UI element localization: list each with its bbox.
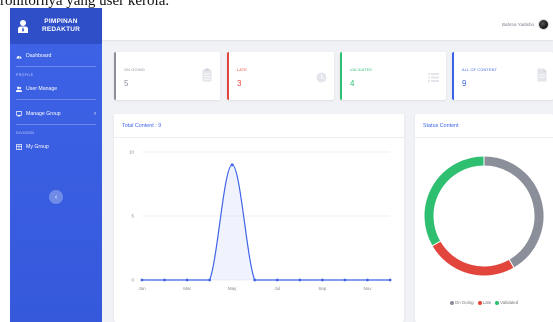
donut-slice-validated <box>423 155 485 247</box>
sidebar-item-manage-group[interactable]: Manage Group › <box>10 106 102 122</box>
brand[interactable]: PIMPINAN REDAKTUR <box>10 8 102 44</box>
sidebar-collapse-button[interactable]: ‹ <box>49 190 63 204</box>
total-content-panel: Total Content : 9 0 5 10 Jan Mar May Jul Sep Nov <box>114 114 404 322</box>
data-point <box>208 278 212 282</box>
brand-line-2: REDAKTUR <box>41 26 81 33</box>
x-tick-label: Jan <box>138 286 146 291</box>
brand-line-1: PIMPINAN <box>44 18 78 25</box>
card-accent-bar <box>340 52 342 100</box>
stat-card-all-content[interactable]: ALL OF CONTENT 9 <box>452 52 553 100</box>
clipboard-icon <box>202 68 212 82</box>
data-point <box>298 278 302 282</box>
status-content-donut-chart <box>423 155 545 277</box>
page: ronitornya yang user kerola. PIMPINAN RE… <box>0 0 553 322</box>
donut-slice-late <box>431 240 515 277</box>
card-accent-bar <box>227 52 229 100</box>
card-label: ON GOING <box>124 68 146 72</box>
table-icon <box>16 144 22 150</box>
sidebar-item-my-group[interactable]: My Group <box>10 139 102 155</box>
card-value: 5 <box>124 79 129 88</box>
y-tick-label: 0 <box>131 278 134 283</box>
sidebar: PIMPINAN REDAKTUR Dashboard PROFILE User… <box>10 8 102 322</box>
brand-title: PIMPINAN REDAKTUR <box>36 18 86 34</box>
line-series <box>142 164 390 281</box>
data-point <box>140 278 144 282</box>
stat-card-validated[interactable]: VALIDATED 4 <box>340 52 446 100</box>
legend-label: Late <box>482 300 492 305</box>
data-point <box>388 278 392 282</box>
clock-icon <box>316 70 327 84</box>
legend-item[interactable]: Late <box>477 300 492 305</box>
donut-slice-on-going <box>483 155 545 269</box>
card-label: LATE <box>237 68 248 72</box>
stat-card-late[interactable]: LATE 3 <box>227 52 334 100</box>
document-caption-text: ronitornya yang user kerola. <box>0 0 170 8</box>
x-tick-label: Jul <box>274 286 280 291</box>
data-point <box>343 278 347 282</box>
total-content-line-chart: 0 5 10 Jan Mar May Jul Sep Nov <box>129 150 392 291</box>
list-icon <box>428 70 439 84</box>
data-point <box>230 163 234 167</box>
sidebar-item-label: User Manage <box>26 86 58 92</box>
group-icon <box>16 111 22 117</box>
legend-swatch <box>449 300 454 305</box>
card-value: 9 <box>462 79 467 88</box>
user-name[interactable]: Bahma Yadisha <box>502 22 534 27</box>
avatar[interactable] <box>538 18 549 30</box>
x-tick-label: Mar <box>183 286 191 291</box>
chart-legend: On Going Late Validated <box>415 300 553 305</box>
card-value: 3 <box>237 79 242 88</box>
x-tick-label: Sep <box>318 286 327 291</box>
sidebar-section-profile: PROFILE <box>16 73 34 77</box>
sidebar-item-dashboard[interactable]: Dashboard <box>10 48 102 64</box>
document-icon <box>537 68 547 82</box>
chevron-left-icon: ‹ <box>54 193 58 201</box>
x-tick-label: Nov <box>363 286 372 291</box>
y-tick-label: 5 <box>131 214 134 219</box>
sidebar-item-label: Manage Group <box>26 111 61 117</box>
sidebar-section-division: DIVISION <box>16 131 35 135</box>
topbar: Bahma Yadisha <box>102 8 553 40</box>
data-point <box>163 278 166 282</box>
data-point <box>253 278 257 282</box>
sidebar-item-user-manage[interactable]: User Manage <box>10 81 102 97</box>
legend-swatch <box>495 300 500 305</box>
data-point <box>320 278 324 282</box>
card-label: ALL OF CONTENT <box>462 68 498 72</box>
legend-item[interactable]: On Going <box>449 300 474 305</box>
x-tick-label: May <box>228 286 237 291</box>
sidebar-item-label: Dashboard <box>26 53 52 59</box>
legend-label: On Going <box>454 300 474 305</box>
dashboard-icon <box>16 53 22 59</box>
legend-item[interactable]: Validated <box>495 300 518 305</box>
sidebar-divider <box>16 124 96 125</box>
sidebar-divider <box>16 99 96 100</box>
stat-card-on-going[interactable]: ON GOING 5 <box>114 52 220 100</box>
sidebar-item-label: My Group <box>26 144 49 150</box>
user-tie-icon <box>16 18 30 34</box>
panel-title: Total Content : 9 <box>114 114 404 138</box>
data-point <box>185 278 189 282</box>
y-tick-label: 10 <box>129 150 135 155</box>
card-accent-bar <box>114 52 116 100</box>
data-point <box>366 278 369 282</box>
legend-label: Validated <box>500 300 519 305</box>
card-accent-bar <box>452 52 454 100</box>
users-icon <box>16 86 22 92</box>
line-area-fill <box>142 164 390 280</box>
card-label: VALIDATED <box>350 68 373 72</box>
dashboard-app: PIMPINAN REDAKTUR Dashboard PROFILE User… <box>10 8 553 322</box>
chevron-right-icon: › <box>94 111 96 117</box>
data-point <box>275 278 279 282</box>
panel-title: Status Content <box>415 114 553 138</box>
card-value: 4 <box>350 79 355 88</box>
sidebar-divider <box>16 66 96 67</box>
legend-swatch <box>477 300 482 305</box>
status-content-panel: Status Content On Going Late Validated <box>415 114 553 322</box>
